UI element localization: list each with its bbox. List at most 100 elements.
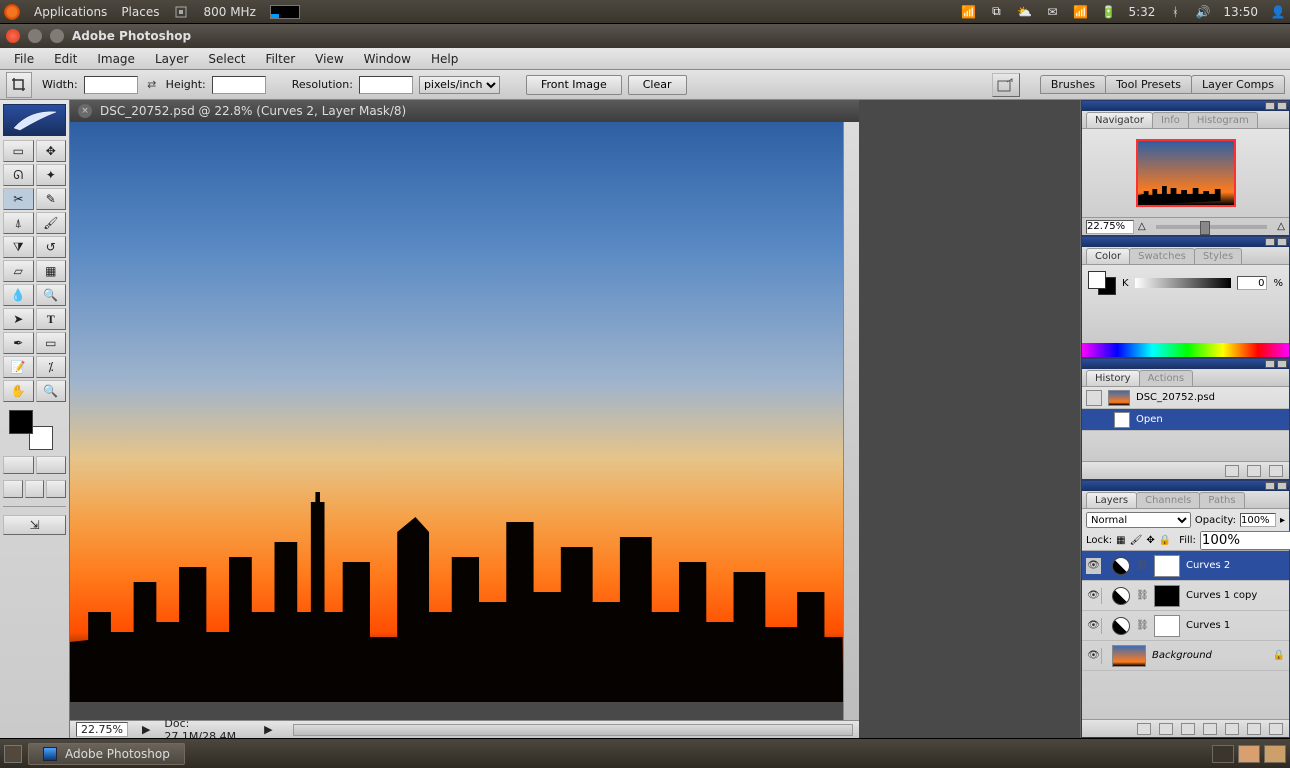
lock-position-icon[interactable]: ✥	[1146, 535, 1154, 546]
delete-layer-icon[interactable]	[1269, 723, 1283, 735]
magic-wand-tool-icon[interactable]: ✦	[36, 164, 67, 186]
type-tool-icon[interactable]: T	[36, 308, 67, 330]
tab-color[interactable]: Color	[1086, 248, 1130, 264]
panel-minimize-icon[interactable]	[1265, 238, 1275, 246]
new-layer-icon[interactable]	[1247, 723, 1261, 735]
height-input[interactable]	[212, 76, 266, 94]
menu-file[interactable]: File	[4, 52, 44, 66]
layer-mask-thumb[interactable]	[1154, 555, 1180, 577]
history-snapshot-row[interactable]: DSC_20752.psd	[1082, 387, 1289, 409]
fill-input[interactable]	[1200, 531, 1290, 550]
eyedropper-tool-icon[interactable]: ⁒	[36, 356, 67, 378]
screen-mode-full-icon[interactable]	[46, 480, 66, 498]
lasso-tool-icon[interactable]: ᘏ	[3, 164, 34, 186]
history-brush-tool-icon[interactable]: ↺	[36, 236, 67, 258]
layer-mask-thumb[interactable]	[1154, 615, 1180, 637]
bluetooth-icon[interactable]: ᚼ	[1167, 4, 1183, 20]
screen-mode-standard-icon[interactable]	[3, 480, 23, 498]
navigator-thumbnail[interactable]	[1136, 139, 1236, 207]
status-play-icon[interactable]: ▶	[142, 723, 150, 736]
window-close-button[interactable]	[6, 29, 20, 43]
zoom-input[interactable]: 22.75%	[76, 722, 128, 737]
tab-swatches[interactable]: Swatches	[1129, 248, 1195, 264]
document-close-icon[interactable]: ×	[78, 104, 92, 118]
panel-minimize-icon[interactable]	[1265, 102, 1275, 110]
places-menu[interactable]: Places	[121, 5, 159, 19]
new-document-from-state-icon[interactable]	[1225, 465, 1239, 477]
tab-actions[interactable]: Actions	[1139, 370, 1194, 386]
tab-layer-comps[interactable]: Layer Comps	[1191, 75, 1285, 94]
move-tool-icon[interactable]: ✥	[36, 140, 67, 162]
slice-tool-icon[interactable]: ✎	[36, 188, 67, 210]
mail-icon[interactable]: ✉	[1044, 4, 1060, 20]
brush-tool-icon[interactable]: 🖌	[36, 212, 67, 234]
panel-close-icon[interactable]	[1277, 102, 1287, 110]
volume-icon[interactable]: 🔊	[1195, 4, 1211, 20]
current-tool-icon[interactable]	[6, 72, 32, 98]
jump-to-imageready-icon[interactable]: ⇲	[3, 515, 66, 535]
zoom-in-icon[interactable]: △	[1277, 221, 1285, 232]
color-value-input[interactable]	[1237, 276, 1267, 290]
color-fg-bg-swatch[interactable]	[1088, 271, 1116, 295]
weather-icon[interactable]: ⛅	[1016, 4, 1032, 20]
resolution-input[interactable]	[359, 76, 413, 94]
zoom-out-icon[interactable]: △	[1138, 221, 1146, 232]
history-step-row[interactable]: Open	[1082, 409, 1289, 431]
opacity-input[interactable]	[1240, 513, 1276, 527]
resolution-unit-select[interactable]: pixels/inch	[419, 76, 500, 94]
tab-layers[interactable]: Layers	[1086, 492, 1137, 508]
tab-tool-presets[interactable]: Tool Presets	[1105, 75, 1192, 94]
stamp-tool-icon[interactable]: ⧩	[3, 236, 34, 258]
layer-mask-thumb[interactable]	[1154, 585, 1180, 607]
panel-minimize-icon[interactable]	[1265, 360, 1275, 368]
layer-mask-icon[interactable]	[1181, 723, 1195, 735]
layer-row[interactable]: 👁 ⛓ Curves 1 copy	[1082, 581, 1289, 611]
marquee-tool-icon[interactable]: ▭	[3, 140, 34, 162]
path-select-tool-icon[interactable]: ➤	[3, 308, 34, 330]
lock-all-icon[interactable]: 🔒	[1159, 535, 1171, 546]
swap-dimensions-icon[interactable]: ⇄	[144, 77, 160, 93]
battery-icon[interactable]: 🔋	[1100, 4, 1116, 20]
crop-tool-icon[interactable]: ✂	[3, 188, 34, 210]
visibility-icon[interactable]: 👁	[1086, 588, 1102, 604]
front-image-button[interactable]: Front Image	[526, 75, 622, 95]
show-desktop-icon[interactable]	[4, 745, 22, 763]
tab-styles[interactable]: Styles	[1194, 248, 1242, 264]
wifi-icon[interactable]: 📶	[960, 4, 976, 20]
vertical-scrollbar[interactable]	[843, 122, 859, 720]
canvas[interactable]	[70, 122, 843, 720]
dropbox-icon[interactable]: ⧉	[988, 4, 1004, 20]
visibility-icon[interactable]: 👁	[1086, 558, 1102, 574]
opacity-arrow-icon[interactable]: ▸	[1280, 515, 1285, 526]
window-maximize-button[interactable]	[50, 29, 64, 43]
visibility-icon[interactable]: 👁	[1086, 618, 1102, 634]
link-layers-icon[interactable]	[1137, 723, 1151, 735]
pen-tool-icon[interactable]: ✒	[3, 332, 34, 354]
trash-icon[interactable]	[1264, 745, 1286, 763]
workspace-2-icon[interactable]	[1238, 745, 1260, 763]
layer-row[interactable]: 👁 Background 🔒	[1082, 641, 1289, 671]
tab-channels[interactable]: Channels	[1136, 492, 1200, 508]
menu-select[interactable]: Select	[198, 52, 255, 66]
screen-mode-full-menubar-icon[interactable]	[25, 480, 45, 498]
zoom-tool-icon[interactable]: 🔍	[36, 380, 67, 402]
status-arrow-icon[interactable]: ▶	[264, 723, 272, 736]
tab-brushes[interactable]: Brushes	[1040, 75, 1106, 94]
lock-transparency-icon[interactable]: ▦	[1116, 535, 1125, 546]
new-snapshot-icon[interactable]	[1247, 465, 1261, 477]
menu-view[interactable]: View	[305, 52, 353, 66]
panel-minimize-icon[interactable]	[1265, 482, 1275, 490]
menu-image[interactable]: Image	[87, 52, 145, 66]
layer-thumb[interactable]	[1112, 645, 1146, 667]
color-slider[interactable]	[1135, 278, 1232, 288]
horizontal-scrollbar[interactable]	[293, 724, 853, 736]
color-spectrum[interactable]	[1082, 343, 1289, 357]
panel-close-icon[interactable]	[1277, 238, 1287, 246]
eraser-tool-icon[interactable]: ▱	[3, 260, 34, 282]
tab-paths[interactable]: Paths	[1199, 492, 1244, 508]
palette-well-icon[interactable]	[992, 73, 1020, 97]
applications-menu[interactable]: Applications	[34, 5, 107, 19]
panel-close-icon[interactable]	[1277, 482, 1287, 490]
color-swatch[interactable]	[9, 410, 53, 450]
hand-tool-icon[interactable]: ✋	[3, 380, 34, 402]
